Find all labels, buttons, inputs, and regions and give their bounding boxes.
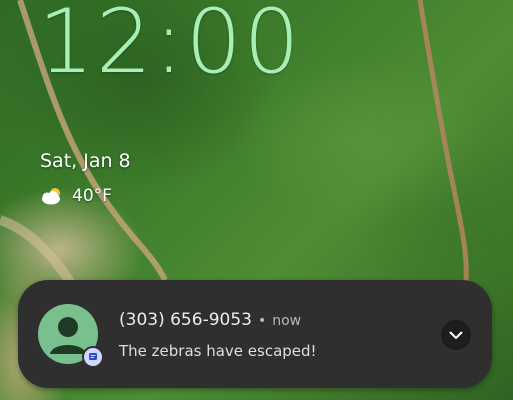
chevron-down-icon	[449, 331, 463, 339]
lock-screen-clock: 12:00	[38, 0, 302, 93]
notification-header: (303) 656-9053 • now	[119, 310, 301, 330]
notification-card[interactable]: (303) 656-9053 • now The zebras have esc…	[18, 280, 492, 388]
messages-icon	[82, 346, 104, 368]
partly-cloudy-icon	[40, 186, 66, 206]
weather-widget[interactable]: 40°F	[40, 186, 112, 206]
expand-notification-button[interactable]	[441, 320, 471, 350]
header-separator: •	[257, 313, 267, 329]
notification-message: The zebras have escaped!	[119, 342, 317, 360]
notification-sender: (303) 656-9053	[119, 310, 252, 330]
weather-temperature: 40°F	[72, 186, 112, 206]
notification-timestamp: now	[272, 313, 302, 329]
lock-screen-date: Sat, Jan 8	[40, 150, 131, 172]
